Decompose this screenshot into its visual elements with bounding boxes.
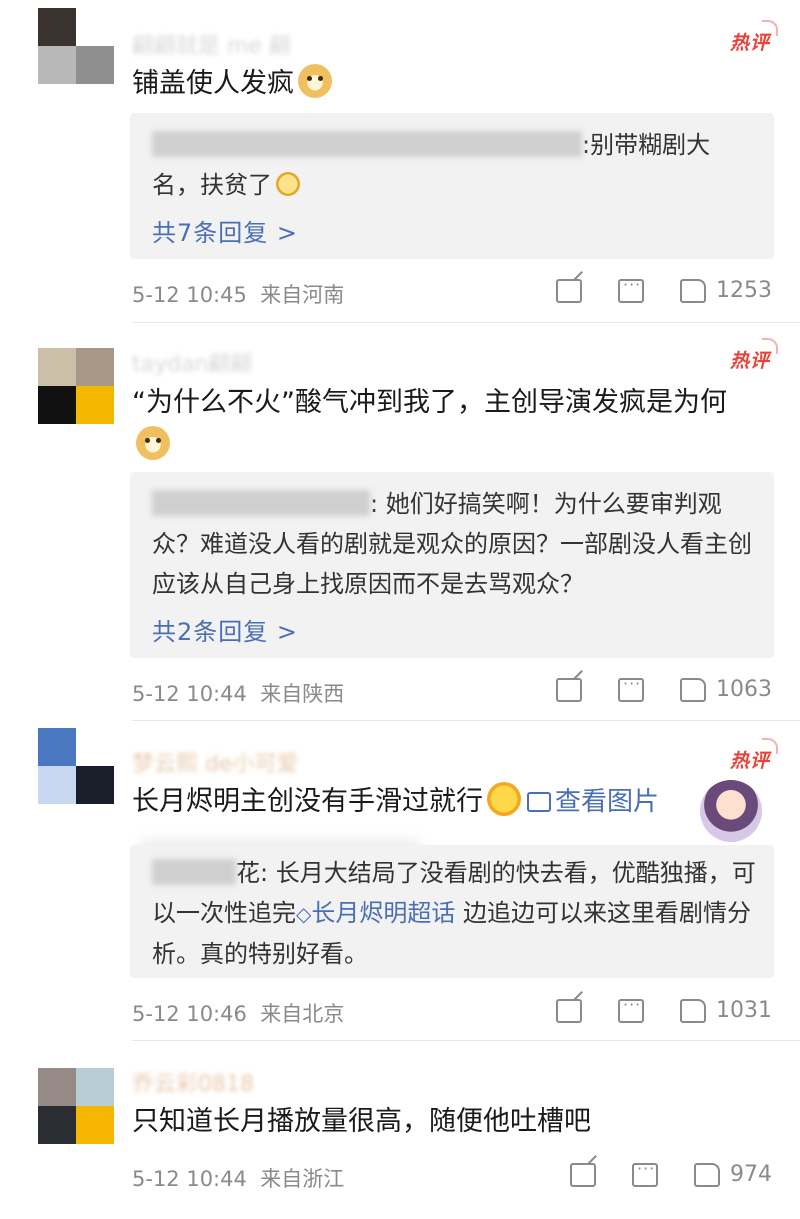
timestamp: 5-12 10:44 xyxy=(132,682,247,706)
comment-text: 只知道长月播放量很高，随便他吐槽吧 xyxy=(132,1100,762,1143)
smile-emoji-icon xyxy=(276,172,300,196)
comment-meta: 5-12 10:44 来自浙江 xyxy=(132,1163,344,1193)
image-icon xyxy=(527,792,551,812)
comment-text-content: “为什么不火”酸气冲到我了，主创导演发疯是为何 xyxy=(132,387,727,418)
comment-text: 长月烬明主创没有手滑过就行 查看图片 xyxy=(132,780,762,824)
comment-actions: 1253 xyxy=(520,275,772,303)
reply-author-blurred[interactable] xyxy=(152,490,370,516)
doge-emoji-icon xyxy=(136,426,170,460)
avatar[interactable] xyxy=(38,728,114,804)
avatar[interactable] xyxy=(38,348,114,424)
comment-text-content: 只知道长月播放量很高，随便他吐槽吧 xyxy=(132,1106,591,1137)
reply-author-tail[interactable]: 花 xyxy=(236,859,260,887)
location: 来自浙江 xyxy=(260,1167,345,1191)
divider xyxy=(132,1040,800,1041)
timestamp: 5-12 10:46 xyxy=(132,1002,247,1026)
super-topic-icon: ◇ xyxy=(296,902,312,926)
reply-author-blurred[interactable] xyxy=(152,859,236,885)
view-replies-link[interactable]: 共2条回复 > xyxy=(152,612,298,647)
reply-preview[interactable]: : 她们好搞笑啊！为什么要审判观众？难道没人看的剧就是观众的原因？一部剧没人看主… xyxy=(130,472,774,658)
divider xyxy=(132,322,800,323)
timestamp: 5-12 10:45 xyxy=(132,283,247,307)
share-icon[interactable] xyxy=(556,677,582,702)
comment-actions: 1031 xyxy=(520,995,772,1023)
location: 来自陕西 xyxy=(260,682,345,706)
location: 来自河南 xyxy=(260,283,345,307)
doge-emoji-icon xyxy=(298,64,332,98)
comment-text: “为什么不火”酸气冲到我了，主创导演发疯是为何 xyxy=(132,381,762,467)
comment-meta: 5-12 10:46 来自北京 xyxy=(132,998,344,1028)
comment-meta: 5-12 10:44 来自陕西 xyxy=(132,678,344,708)
share-icon[interactable] xyxy=(556,998,582,1023)
like-icon[interactable] xyxy=(680,677,706,702)
view-image-link[interactable]: 查看图片 xyxy=(527,787,659,817)
username[interactable]: 梦云熙 de小可爱 xyxy=(132,746,299,778)
timestamp: 5-12 10:44 xyxy=(132,1167,247,1191)
laughing-emoji-icon xyxy=(487,782,521,816)
comment-text: 铺盖使人发疯 xyxy=(132,62,762,105)
comment-meta: 5-12 10:45 来自河南 xyxy=(132,279,344,309)
share-icon[interactable] xyxy=(570,1162,596,1187)
like-icon[interactable] xyxy=(694,1162,720,1187)
location: 来自北京 xyxy=(260,1002,345,1026)
hot-comment-badge: 热评 xyxy=(730,338,779,373)
divider xyxy=(132,720,800,721)
like-count: 974 xyxy=(730,1162,772,1187)
topic-label: 长月烬明超话 xyxy=(311,899,456,927)
reply-text: : 她们好搞笑啊！为什么要审判观众？难道没人看的剧就是观众的原因？一部剧没人看主… xyxy=(152,484,757,604)
avatar[interactable] xyxy=(38,8,114,84)
reply-text: :别带糊剧大名，扶贫了 xyxy=(152,125,757,205)
comment-actions: 1063 xyxy=(520,674,772,702)
reply-preview[interactable]: :别带糊剧大名，扶贫了 共7条回复 > xyxy=(130,113,774,259)
view-replies-link[interactable]: 共7条回复 > xyxy=(152,213,298,248)
like-count: 1253 xyxy=(716,278,772,303)
view-image-label: 查看图片 xyxy=(555,787,660,817)
comment-icon[interactable] xyxy=(618,674,644,702)
comment-icon[interactable] xyxy=(618,275,644,303)
like-icon[interactable] xyxy=(680,278,706,303)
comment-icon[interactable] xyxy=(632,1159,658,1187)
hot-comment-badge: 热评 xyxy=(730,738,779,773)
comment-text-content: 长月烬明主创没有手滑过就行 xyxy=(132,786,483,817)
comment-text-content: 铺盖使人发疯 xyxy=(132,68,294,99)
share-icon[interactable] xyxy=(556,278,582,303)
reply-preview[interactable]: 花: 长月大结局了没看剧的快去看，优酷独播，可以一次性追完◇长月烬明超话 边追边… xyxy=(130,845,774,978)
username[interactable]: taydan翩翩 xyxy=(132,346,253,378)
like-count: 1063 xyxy=(716,677,772,702)
topic-link[interactable]: ◇长月烬明超话 xyxy=(296,899,455,927)
comment-actions: 974 xyxy=(534,1159,772,1187)
like-count: 1031 xyxy=(716,998,772,1023)
comment-icon[interactable] xyxy=(618,995,644,1023)
like-icon[interactable] xyxy=(680,998,706,1023)
username[interactable]: 翩翩就是 me 翩 xyxy=(132,28,291,60)
reply-author-blurred[interactable] xyxy=(152,131,582,157)
username[interactable]: 乔云彩0818 xyxy=(132,1066,254,1098)
avatar[interactable] xyxy=(38,1068,114,1144)
avatar-sticker-icon xyxy=(700,780,762,842)
reply-text: 花: 长月大结局了没看剧的快去看，优酷独播，可以一次性追完◇长月烬明超话 边追边… xyxy=(152,853,757,974)
hot-comment-badge: 热评 xyxy=(730,20,779,55)
